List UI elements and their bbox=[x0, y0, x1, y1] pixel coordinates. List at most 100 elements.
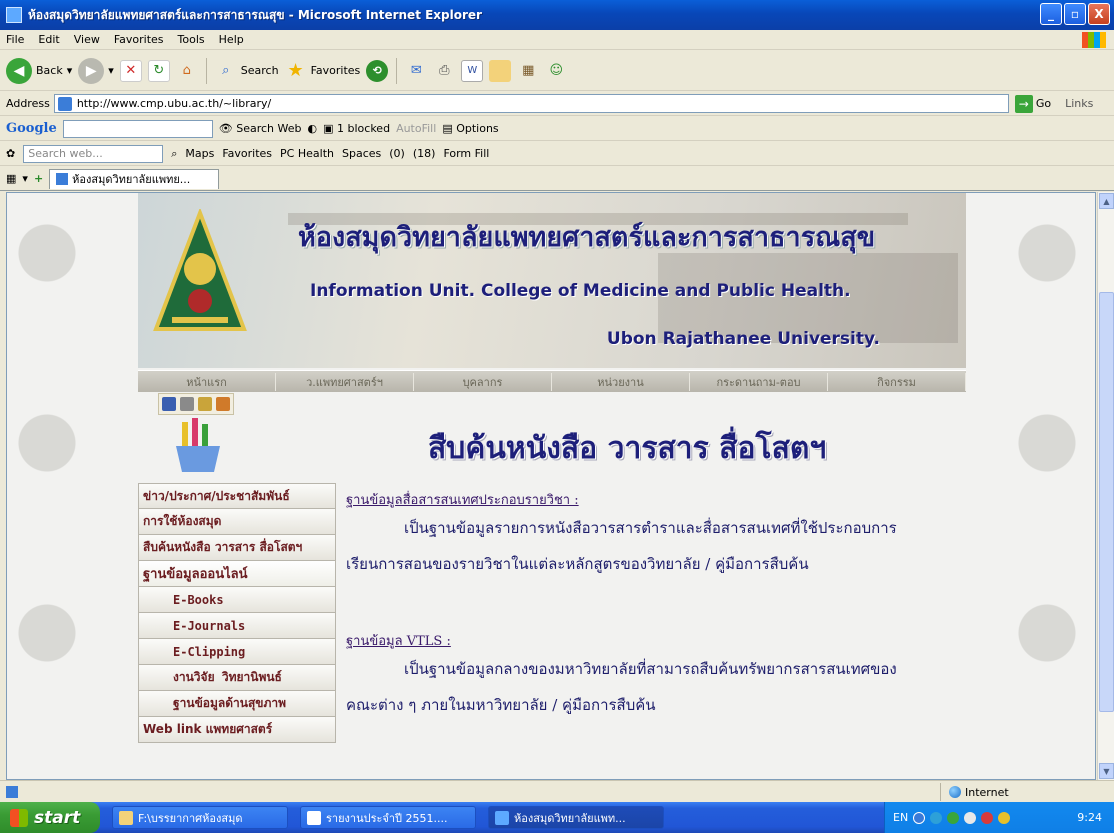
nav-webboard[interactable]: กระดานถาม-ตอบ bbox=[690, 372, 828, 391]
quick-tabs-icon[interactable]: ▦ bbox=[6, 172, 16, 185]
search-button[interactable]: ⌕ Search bbox=[215, 60, 278, 82]
msn-toolbar: ✿ Search web... ⌕ Maps Favorites PC Heal… bbox=[0, 142, 1114, 166]
new-tab-icon[interactable]: + bbox=[34, 172, 43, 185]
pc-health-button[interactable]: PC Health bbox=[280, 147, 334, 160]
scroll-down-icon[interactable]: ▼ bbox=[1099, 763, 1114, 779]
sidebar-item-health-db[interactable]: ฐานข้อมูลด้านสุขภาพ bbox=[138, 691, 336, 717]
history-icon[interactable]: ⟲ bbox=[366, 59, 389, 82]
form-fill-button[interactable]: Form Fill bbox=[443, 147, 489, 160]
menu-tools[interactable]: Tools bbox=[178, 33, 205, 46]
messenger-count[interactable]: (18) bbox=[413, 147, 436, 160]
volume-icon[interactable] bbox=[964, 811, 977, 824]
mail-icon[interactable]: ✉ bbox=[405, 60, 427, 82]
vertical-scrollbar[interactable]: ▲ ▼ bbox=[1097, 192, 1114, 780]
msn-butterfly-icon[interactable]: ✿ bbox=[6, 147, 15, 160]
scroll-thumb[interactable] bbox=[1099, 292, 1114, 712]
msn-search-icon[interactable]: ⌕ bbox=[171, 147, 177, 161]
course-db-link[interactable]: ฐานข้อมูลสื่อสารสนเทศประกอบรายวิชา : bbox=[346, 489, 966, 510]
google-search-input[interactable] bbox=[62, 119, 213, 138]
menu-help[interactable]: Help bbox=[219, 33, 244, 46]
google-toolbar: Google 👁 Search Web ◐ ▣ 1 blocked AutoFi… bbox=[0, 117, 1114, 141]
course-db-line1: เป็นฐานข้อมูลรายการหนังสือวารสารตำราและส… bbox=[404, 519, 897, 537]
pagerank-icon[interactable]: ◐ bbox=[308, 122, 318, 135]
antivirus-icon[interactable] bbox=[981, 811, 994, 824]
save-icon[interactable] bbox=[162, 397, 176, 411]
research-icon[interactable]: ▦ bbox=[517, 60, 539, 82]
menu-favorites[interactable]: Favorites bbox=[114, 33, 164, 46]
popup-blocked-button[interactable]: ▣ 1 blocked bbox=[323, 122, 390, 135]
minimize-button[interactable]: _ bbox=[1040, 3, 1062, 25]
word-edit-icon[interactable]: W bbox=[461, 59, 484, 82]
print-icon[interactable]: ⎙ bbox=[433, 60, 455, 82]
refresh-icon[interactable]: ↻ bbox=[147, 59, 170, 82]
chevron-down-icon[interactable]: ▾ bbox=[67, 64, 73, 77]
msn-favorites-button[interactable]: Favorites bbox=[222, 147, 272, 160]
msn-search-input[interactable]: Search web... bbox=[23, 144, 164, 163]
start-button[interactable]: start bbox=[0, 802, 100, 833]
email-icon[interactable] bbox=[198, 397, 212, 411]
menu-edit[interactable]: Edit bbox=[38, 33, 59, 46]
messenger-tray-icon[interactable] bbox=[947, 811, 960, 824]
folder-icon[interactable] bbox=[216, 397, 230, 411]
maps-button[interactable]: Maps bbox=[185, 147, 214, 160]
security-alert-icon[interactable] bbox=[998, 811, 1011, 824]
top-nav: หน้าแรก ว.แพทยศาสตร์ฯ บุคลากร หน่วยงาน ก… bbox=[138, 370, 966, 392]
stop-icon[interactable]: ✕ bbox=[119, 59, 142, 82]
nav-home[interactable]: หน้าแรก bbox=[138, 372, 276, 391]
tab-library[interactable]: ห้องสมุดวิทยาลัยแพทย... bbox=[49, 168, 220, 189]
tray-arrow-icon[interactable] bbox=[913, 811, 926, 824]
autofill-button[interactable]: AutoFill bbox=[396, 122, 436, 135]
toolbar-separator bbox=[396, 57, 398, 84]
address-url: http://www.cmp.ubu.ac.th/~library/ bbox=[76, 97, 272, 110]
menu-file[interactable]: File bbox=[6, 33, 24, 46]
task-word-doc[interactable]: รายงานประจำปี 2551.... bbox=[300, 806, 476, 829]
language-indicator[interactable]: EN bbox=[893, 811, 908, 824]
scroll-up-icon[interactable]: ▲ bbox=[1099, 193, 1114, 209]
nav-units[interactable]: หน่วยงาน bbox=[552, 372, 690, 391]
favorites-button[interactable]: ★ Favorites bbox=[285, 60, 361, 82]
sidebar-item-ejournals[interactable]: E-Journals bbox=[138, 613, 336, 639]
network-icon[interactable] bbox=[930, 811, 943, 824]
close-button[interactable]: X bbox=[1088, 3, 1110, 25]
nav-activities[interactable]: กิจกรรม bbox=[828, 372, 966, 391]
maximize-button[interactable]: ▫ bbox=[1064, 3, 1086, 25]
forward-arrow-icon: ▶ bbox=[78, 57, 105, 84]
forward-button[interactable]: ▶ ▾ bbox=[78, 57, 114, 84]
messenger-icon[interactable]: ☺ bbox=[545, 60, 567, 82]
folder-icon[interactable] bbox=[489, 59, 512, 82]
sidebar-menu: ข่าว/ประกาศ/ประชาสัมพันธ์ การใช้ห้องสมุด… bbox=[138, 483, 336, 743]
mail-count[interactable]: (0) bbox=[389, 147, 405, 160]
ie-icon bbox=[495, 810, 509, 825]
task-folder[interactable]: F:\บรรยากาศห้องสมุด bbox=[112, 806, 288, 829]
options-button[interactable]: ▤ Options bbox=[442, 122, 498, 135]
sidebar-item-weblinks[interactable]: Web link แพทยศาสตร์ bbox=[138, 717, 336, 743]
tab-list-icon[interactable]: ▾ bbox=[22, 172, 28, 185]
print-icon[interactable] bbox=[180, 397, 194, 411]
google-logo[interactable]: Google bbox=[6, 121, 57, 136]
go-button[interactable]: → Go bbox=[1014, 94, 1051, 113]
security-zone[interactable]: Internet bbox=[940, 783, 1114, 801]
search-web-button[interactable]: 👁 Search Web bbox=[219, 122, 302, 135]
links-button[interactable]: Links bbox=[1065, 97, 1093, 110]
address-input[interactable]: http://www.cmp.ubu.ac.th/~library/ bbox=[53, 94, 1009, 113]
chevron-down-icon[interactable]: ▾ bbox=[108, 64, 114, 77]
sidebar-item-research[interactable]: งานวิจัย วิทยานิพนธ์ bbox=[138, 665, 336, 691]
nav-staff[interactable]: บุคลากร bbox=[414, 372, 552, 391]
vtls-db-line1: เป็นฐานข้อมูลกลางของมหาวิทยาลัยที่สามารถ… bbox=[404, 660, 897, 678]
sidebar-item-ebooks[interactable]: E-Books bbox=[138, 587, 336, 613]
nav-medicine[interactable]: ว.แพทยศาสตร์ฯ bbox=[276, 372, 414, 391]
sidebar-item-library-use[interactable]: การใช้ห้องสมุด bbox=[138, 509, 336, 535]
back-button[interactable]: ◀ Back ▾ bbox=[6, 57, 73, 84]
home-icon[interactable]: ⌂ bbox=[176, 60, 198, 82]
clock: 9:24 bbox=[1077, 811, 1102, 824]
sidebar-item-eclipping[interactable]: E-Clipping bbox=[138, 639, 336, 665]
menu-view[interactable]: View bbox=[74, 33, 100, 46]
task-ie-window[interactable]: ห้องสมุดวิทยาลัยแพท... bbox=[488, 806, 664, 829]
options-label: Options bbox=[456, 122, 499, 135]
spaces-button[interactable]: Spaces bbox=[342, 147, 381, 160]
vtls-db-link[interactable]: ฐานข้อมูล VTLS : bbox=[346, 630, 966, 651]
sidebar-item-online-db[interactable]: ฐานข้อมูลออนไลน์ bbox=[138, 561, 336, 587]
sidebar-item-search[interactable]: สืบค้นหนังสือ วารสาร สื่อโสตฯ bbox=[138, 535, 336, 561]
sidebar-item-news[interactable]: ข่าว/ประกาศ/ประชาสัมพันธ์ bbox=[138, 483, 336, 509]
tab-page-icon bbox=[56, 173, 69, 185]
